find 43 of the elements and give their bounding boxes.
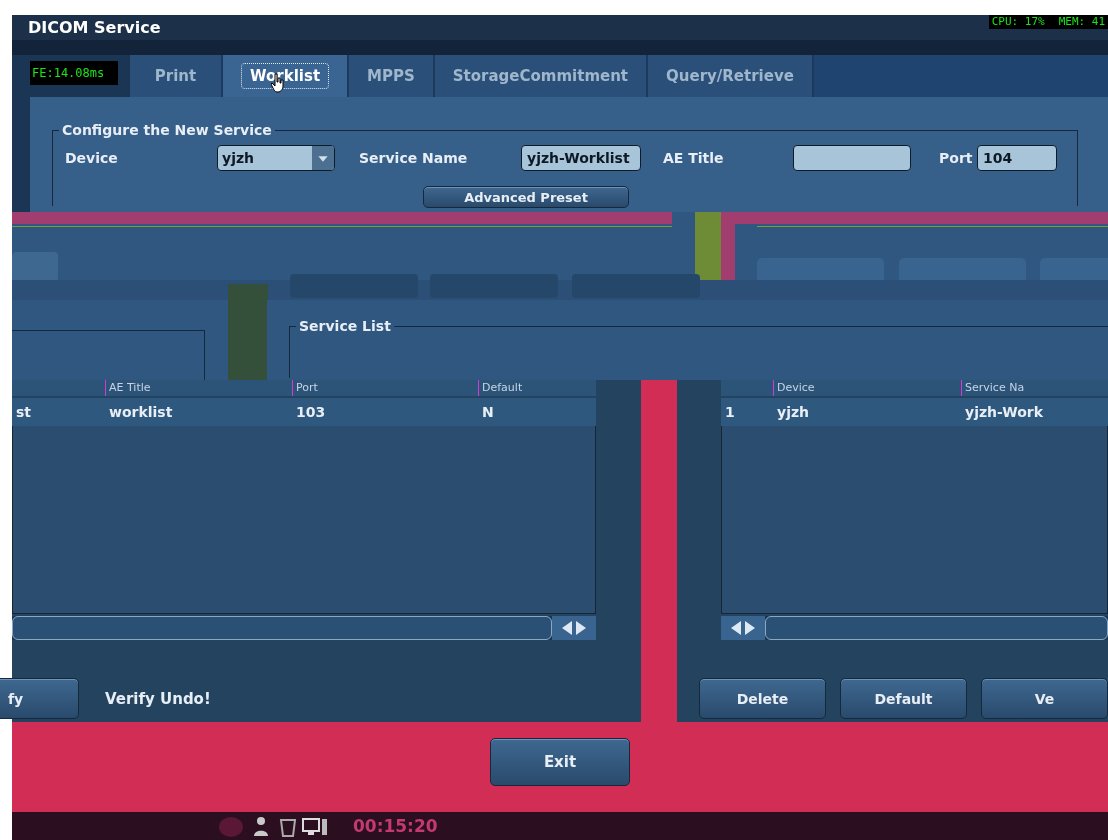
column-header: Service Na <box>961 380 1108 396</box>
cpu-readout: CPU: 17% <box>991 15 1045 29</box>
clock: 00:15:20 <box>353 816 438 836</box>
frame-time-readout: FE:14.08ms <box>30 61 118 85</box>
table-cell-text: worklist <box>108 403 174 422</box>
field-label: Device <box>65 150 119 166</box>
tab[interactable]: Query/Retrieve <box>648 55 814 97</box>
field-label: AE Title <box>663 150 725 166</box>
tab[interactable]: Worklist <box>223 55 350 97</box>
button[interactable]: fy <box>0 678 79 719</box>
table-cell-text: yjzh <box>776 403 811 422</box>
section-title: Configure the New Service <box>61 122 273 138</box>
table-cell-text: yjzh-Work <box>964 403 1044 422</box>
text-field[interactable]: yjzh-Worklist <box>521 145 641 171</box>
tab[interactable]: StorageCommitment <box>434 55 649 97</box>
tab[interactable]: Print <box>130 55 223 97</box>
section-title: Service List <box>298 318 392 334</box>
table-cell-text: N <box>481 403 495 422</box>
memory-readout: MEM: 41 <box>1058 15 1105 29</box>
field-label: Port <box>939 150 974 166</box>
table-cell-text: 103 <box>295 403 327 422</box>
column-header: Device <box>773 380 961 396</box>
exit-button[interactable]: Exit <box>490 738 630 786</box>
field-label: Service Name <box>359 150 469 166</box>
table-cell-text: st <box>15 403 33 422</box>
left-arrow-icon[interactable] <box>731 621 741 635</box>
tab[interactable]: MPPS <box>349 55 435 97</box>
column-header: Port <box>292 380 478 396</box>
column-header: Default <box>478 380 597 396</box>
left-arrow-icon[interactable] <box>562 621 573 635</box>
table-cell-text: 1 <box>724 403 736 422</box>
button[interactable]: Delete <box>699 678 826 719</box>
button[interactable]: Ve <box>981 678 1108 719</box>
right-arrow-icon[interactable] <box>576 621 587 635</box>
status-message: Verify Undo! <box>105 689 211 708</box>
advanced-preset-button[interactable]: Advanced Preset <box>423 186 629 208</box>
dropdown-caret-icon[interactable] <box>312 146 334 170</box>
button[interactable]: Default <box>840 678 967 719</box>
right-arrow-icon[interactable] <box>745 621 755 635</box>
text-field[interactable] <box>793 145 911 171</box>
device-dropdown[interactable]: yjzh <box>217 145 335 171</box>
column-header: AE Title <box>105 380 292 396</box>
text-field[interactable]: 104 <box>977 145 1057 171</box>
